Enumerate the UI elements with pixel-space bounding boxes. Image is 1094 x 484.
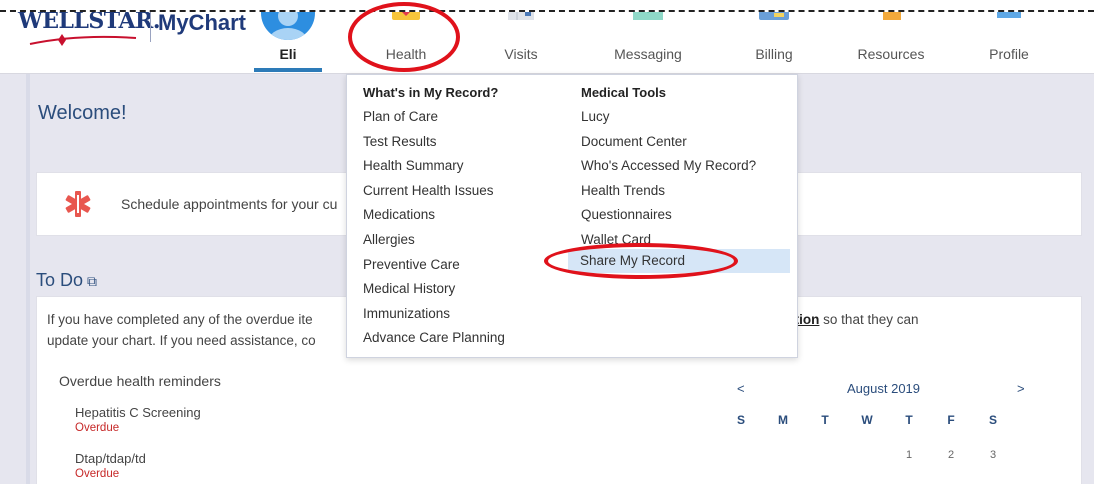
calendar-next-button[interactable]: > xyxy=(1017,381,1025,396)
schedule-text: Schedule appointments for your cu xyxy=(121,196,338,212)
calendar-month-label: August 2019 xyxy=(847,381,921,396)
todo-text-line1: If you have completed any of the overdue… xyxy=(47,312,313,327)
overdue-status: Overdue xyxy=(75,468,120,480)
weekday-label: F xyxy=(947,413,955,427)
weekday-label: S xyxy=(736,413,745,427)
menu-item-allergies[interactable]: Allergies xyxy=(363,228,505,253)
dropdown-column-record: What's in My Record? Plan of Care Test R… xyxy=(363,81,505,351)
dropdown-heading-tools: Medical Tools xyxy=(581,85,666,100)
menu-item-lucy[interactable]: Lucy xyxy=(581,105,756,130)
annotation-circle-share xyxy=(544,243,738,279)
menu-item-questionnaires[interactable]: Questionnaires xyxy=(581,203,756,228)
menu-item-health-summary[interactable]: Health Summary xyxy=(363,154,505,179)
todo-title-text: To Do xyxy=(36,270,84,290)
reminder-name: Hepatitis C Screening xyxy=(75,405,201,420)
calendar-widget: < August 2019 > S M T W T F S 1 2 3 xyxy=(737,381,1047,484)
menu-item-advance-care-planning[interactable]: Advance Care Planning xyxy=(363,326,505,351)
logo-swoosh-icon xyxy=(29,34,137,46)
annotation-circle-health xyxy=(348,2,460,72)
menu-item-immunizations[interactable]: Immunizations xyxy=(363,302,505,327)
user-name: Eli xyxy=(279,46,297,62)
medical-star-icon xyxy=(65,191,91,217)
logo-product-text: MyChart xyxy=(158,10,247,35)
weekday-label: T xyxy=(905,413,913,427)
weekday-label: S xyxy=(988,413,997,427)
page-title: Welcome! xyxy=(38,102,127,124)
menu-item-medications[interactable]: Medications xyxy=(363,203,505,228)
menu-item-plan-of-care[interactable]: Plan of Care xyxy=(363,105,505,130)
menu-item-whos-accessed[interactable]: Who's Accessed My Record? xyxy=(581,154,756,179)
dropdown-column-tools: Medical Tools Lucy Document Center Who's… xyxy=(581,81,756,253)
list-item[interactable]: Dtap/tdap/td Overdue xyxy=(75,451,146,480)
menu-item-preventive-care[interactable]: Preventive Care xyxy=(363,253,505,278)
menu-item-medical-history[interactable]: Medical History xyxy=(363,277,505,302)
reminder-name: Dtap/tdap/td xyxy=(75,451,146,466)
calendar-prev-button[interactable]: < xyxy=(737,381,745,396)
nav-profile-label: Profile xyxy=(989,46,1029,62)
list-item[interactable]: Hepatitis C Screening Overdue xyxy=(75,405,201,434)
calendar-date[interactable]: 2 xyxy=(941,449,961,461)
weekday-label: W xyxy=(861,413,873,427)
nav-billing-label: Billing xyxy=(755,46,793,62)
overdue-heading: Overdue health reminders xyxy=(59,373,221,389)
nav-messaging-label: Messaging xyxy=(614,46,682,62)
menu-item-health-trends[interactable]: Health Trends xyxy=(581,179,756,204)
todo-text-line2: update your chart. If you need assistanc… xyxy=(47,333,316,348)
calendar-date[interactable]: 1 xyxy=(899,449,919,461)
active-user-indicator xyxy=(254,68,322,72)
menu-item-document-center[interactable]: Document Center xyxy=(581,130,756,155)
overdue-status: Overdue xyxy=(75,422,120,434)
weekday-label: M xyxy=(778,413,788,427)
external-link-icon[interactable]: ⧉ xyxy=(87,273,97,289)
todo-heading: To Do ⧉ xyxy=(36,270,97,291)
todo-text-line1-end: so that they can xyxy=(819,312,919,327)
dropdown-heading-record: What's in My Record? xyxy=(363,85,499,100)
menu-item-test-results[interactable]: Test Results xyxy=(363,130,505,155)
menu-item-current-health-issues[interactable]: Current Health Issues xyxy=(363,179,505,204)
nav-visits-label: Visits xyxy=(504,46,538,62)
wellstar-mychart-logo[interactable]: WELLSTAR. MyChart xyxy=(18,8,248,48)
weekday-label: T xyxy=(821,413,829,427)
dashed-divider xyxy=(0,10,1094,12)
logo-divider xyxy=(150,12,151,42)
health-dropdown-menu: What's in My Record? Plan of Care Test R… xyxy=(346,74,798,358)
calendar-date[interactable]: 3 xyxy=(983,449,1003,461)
nav-resources-label: Resources xyxy=(857,46,925,62)
